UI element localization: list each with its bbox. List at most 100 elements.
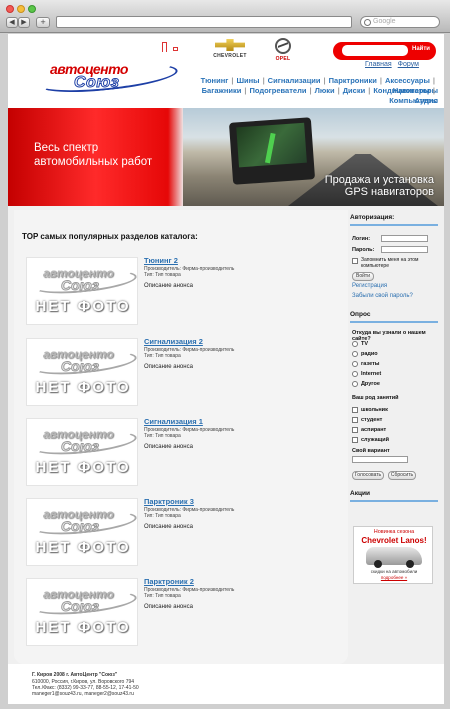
own-variant-input[interactable]: [352, 456, 408, 463]
no-photo-image[interactable]: автоценто Союз НЕТ ФОТО: [26, 338, 138, 406]
promo-more-link[interactable]: подробнее »: [354, 575, 434, 580]
sidebar: Авторизация: Логин: Пароль: Запомнить ме…: [350, 210, 440, 664]
no-photo-image[interactable]: автоценто Союз НЕТ ФОТО: [26, 257, 138, 325]
add-bookmark-button[interactable]: +: [36, 17, 50, 28]
catalog-item-desc: Описание анонса: [144, 444, 193, 450]
no-photo-image[interactable]: автоценто Союз НЕТ ФОТО: [26, 578, 138, 646]
back-button[interactable]: ◀: [6, 17, 18, 28]
browser-toolbar: ◀ ▶ + Google: [0, 0, 450, 33]
site-search-input[interactable]: [342, 45, 408, 56]
catalog-title: TOP самых популярных разделов каталога:: [22, 232, 198, 241]
poll-checkbox[interactable]: [352, 437, 358, 443]
menu-item[interactable]: Люки: [315, 86, 335, 95]
menu-item[interactable]: Тюнинг: [201, 76, 229, 85]
menu-item[interactable]: Шины: [236, 76, 259, 85]
poll-heading: Опрос: [350, 311, 438, 323]
login-button[interactable]: Войти: [352, 272, 374, 281]
poll-option: аспирант: [361, 427, 387, 433]
banner-right-line2: GPS навигаторов: [344, 186, 434, 198]
maximize-window-icon[interactable]: [28, 5, 36, 13]
banner-left-text: Весь спектр автомобильных работ: [34, 141, 152, 169]
catalog-item-title[interactable]: Сигнализация 1: [144, 417, 203, 426]
poll-radio[interactable]: [352, 351, 358, 357]
banner-right-line1: Продажа и установка: [324, 174, 434, 186]
promo-banner[interactable]: Весь спектр автомобильных работ Продажа …: [8, 108, 444, 206]
poll-radio[interactable]: [352, 371, 358, 377]
remember-label: Запомнить меня на этом компьютере: [361, 257, 419, 269]
site-search-button[interactable]: Найти: [412, 46, 430, 52]
remember-checkbox[interactable]: [352, 258, 358, 264]
poll-option: служащий: [361, 437, 390, 443]
forward-button[interactable]: ▶: [18, 17, 30, 28]
promo-line2: Chevrolet Lanos!: [361, 536, 427, 545]
main-menu-row3: Аудио: [168, 96, 438, 106]
no-photo-label: НЕТ ФОТО: [35, 539, 131, 556]
catalog-item-title[interactable]: Сигнализация 2: [144, 337, 203, 346]
no-photo-label: НЕТ ФОТО: [35, 619, 131, 636]
auth-heading: Авторизация:: [350, 214, 438, 226]
opel-logo[interactable]: OPEL: [270, 38, 296, 62]
forum-link[interactable]: Форум: [398, 61, 419, 68]
promo-line1: Новинка сезона: [373, 529, 415, 535]
promo-line3: скидки на автомобили: [370, 569, 418, 574]
no-photo-image[interactable]: автоценто Союз НЕТ ФОТО: [26, 498, 138, 566]
poll-radio[interactable]: [352, 361, 358, 367]
poll-option: школьник: [361, 407, 388, 413]
poll-radio[interactable]: [352, 341, 358, 347]
catalog-item-title[interactable]: Парктроник 2: [144, 577, 194, 586]
mail-icon[interactable]: [173, 47, 178, 51]
site-logo[interactable]: автоценто Союз: [37, 58, 179, 98]
menu-item[interactable]: Аксессуары: [385, 76, 430, 85]
catalog-item-title[interactable]: Парктроник 3: [144, 497, 194, 506]
footer: Г. Киров 2008 г. АвтоЦентр "Союз" 610000…: [8, 664, 444, 704]
menu-item[interactable]: Диски: [343, 86, 366, 95]
menu-item[interactable]: Парктроники: [329, 76, 377, 85]
banner-left-line1: Весь спектр: [34, 142, 99, 154]
poll-checkbox[interactable]: [352, 417, 358, 423]
menu-item[interactable]: Аудио: [415, 96, 438, 105]
minimize-window-icon[interactable]: [17, 5, 25, 13]
promo-ad[interactable]: Новинка сезона Chevrolet Lanos! скидки н…: [353, 526, 433, 584]
poll-option: TV: [361, 341, 369, 347]
menu-item[interactable]: Кондиционеры: [373, 86, 430, 95]
poll-question-2: Ваш род занятий: [352, 395, 399, 401]
no-photo-label: НЕТ ФОТО: [35, 298, 131, 315]
logo-text-bottom: Союз: [73, 74, 120, 92]
reset-button[interactable]: Сбросить: [388, 471, 416, 480]
catalog-item-meta: Производитель: Фирма-производитель Тип: Т…: [144, 347, 235, 359]
poll-radio[interactable]: [352, 381, 358, 387]
menu-item[interactable]: Багажники: [202, 86, 242, 95]
chevrolet-bowtie-icon: [215, 39, 245, 51]
catalog-item-meta: Производитель: Фирма-производитель Тип: Т…: [144, 266, 235, 278]
home-link[interactable]: Главная: [365, 61, 392, 68]
catalog-item-meta: Производитель: Фирма-производитель Тип: Т…: [144, 427, 235, 439]
poll-option: радио: [361, 351, 378, 357]
opel-label: OPEL: [275, 56, 291, 62]
catalog-item: автоценто Союз НЕТ ФОТО Сигнализация 2 Пр…: [26, 337, 336, 408]
no-photo-image[interactable]: автоценто Союз НЕТ ФОТО: [26, 418, 138, 486]
poll-checkbox[interactable]: [352, 407, 358, 413]
vote-button[interactable]: Голосовать: [352, 471, 384, 480]
web-page: автоценто Союз CHEVROLET OPEL Найти Глав…: [8, 34, 444, 704]
login-input[interactable]: [381, 235, 428, 242]
catalog-item-desc: Описание анонса: [144, 524, 193, 530]
home-icon[interactable]: [162, 42, 167, 52]
menu-item[interactable]: Подогреватели: [249, 86, 306, 95]
login-label: Логин:: [352, 236, 371, 242]
close-window-icon[interactable]: [6, 5, 14, 13]
gps-device-image: [228, 117, 316, 185]
browser-search-field[interactable]: Google: [360, 16, 440, 28]
chevrolet-logo[interactable]: CHEVROLET: [208, 39, 252, 59]
forgot-password-link[interactable]: Забыли свой пароль?: [352, 293, 413, 299]
site-search: Найти: [333, 42, 436, 60]
password-label: Пароль:: [352, 247, 375, 253]
catalog-item-title[interactable]: Тюнинг 2: [144, 256, 178, 265]
banner-right-text: Продажа и установка GPS навигаторов: [325, 174, 434, 198]
password-input[interactable]: [381, 246, 428, 253]
poll-checkbox[interactable]: [352, 427, 358, 433]
catalog-item-desc: Описание анонса: [144, 364, 193, 370]
menu-item[interactable]: Сигнализации: [268, 76, 321, 85]
address-bar[interactable]: [56, 16, 352, 28]
footer-line4[interactable]: maneger1@souz43.ru, maneger2@souz43.ru: [32, 691, 134, 697]
register-link[interactable]: Регистрация: [352, 283, 387, 289]
